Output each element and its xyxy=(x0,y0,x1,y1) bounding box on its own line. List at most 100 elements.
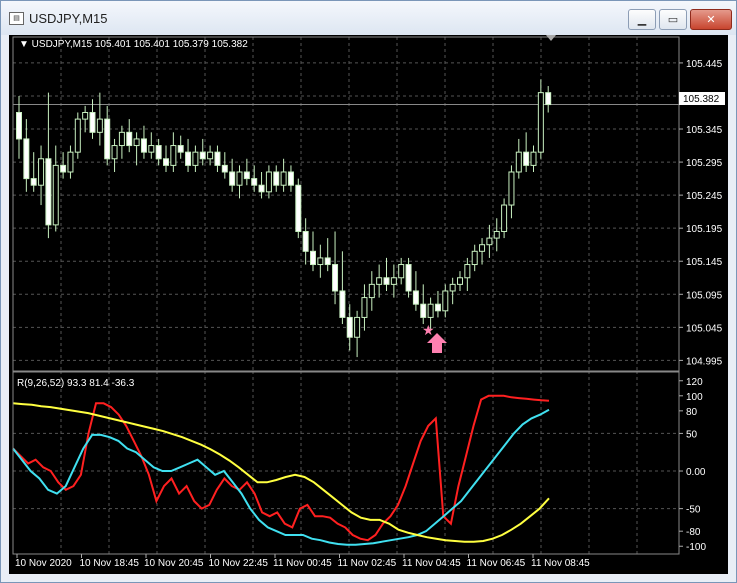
time-tick-label: 10 Nov 20:45 xyxy=(144,558,204,569)
candle-body xyxy=(368,283,375,299)
candle-body xyxy=(30,178,37,186)
candle-body xyxy=(251,178,258,186)
close-button[interactable]: ✕ xyxy=(690,9,732,30)
candle-body xyxy=(214,151,221,166)
price-tick-label: 104.995 xyxy=(686,356,723,367)
candle-body xyxy=(354,316,361,338)
candle-body xyxy=(332,264,339,292)
window-title: USDJPY,M15 xyxy=(29,11,108,26)
candle-body xyxy=(420,303,427,318)
candle-body xyxy=(383,277,390,285)
candle-body xyxy=(471,250,478,266)
candle-body xyxy=(185,151,192,166)
price-tick-label: 105.145 xyxy=(686,257,723,268)
candle-body xyxy=(310,250,316,266)
candle-body xyxy=(16,111,22,140)
axes: 105.445105.395105.345105.295105.245105.1… xyxy=(12,36,723,569)
candle-body xyxy=(126,131,133,147)
chart-area[interactable]: 105.445105.395105.345105.295105.245105.1… xyxy=(9,35,728,574)
time-tick-label: 11 Nov 08:45 xyxy=(531,558,590,569)
osc-tick-label: 120 xyxy=(686,377,703,388)
time-tick-label: 10 Nov 2020 xyxy=(15,558,72,569)
candle-body xyxy=(221,164,228,173)
chart-canvas[interactable]: 105.445105.395105.345105.295105.245105.1… xyxy=(9,35,728,574)
candle-body xyxy=(508,171,515,206)
oscillator-panel-header: R(9,26,52) 93.3 81.4 -36.3 xyxy=(17,378,135,389)
price-tick-label: 105.195 xyxy=(686,224,723,235)
candle-body xyxy=(89,111,96,133)
candle-body xyxy=(177,145,184,153)
title-bar[interactable]: ▤ USDJPY,M15 ▁ ▭ ✕ xyxy=(1,1,736,35)
restore-button[interactable]: ▭ xyxy=(659,9,687,30)
candle-body xyxy=(449,283,456,292)
candle-body xyxy=(287,171,294,186)
oscillator-line xyxy=(12,402,550,543)
candle-body xyxy=(302,230,309,252)
candle-body xyxy=(493,230,500,239)
candle-body xyxy=(390,277,397,285)
time-tick-label: 10 Nov 18:45 xyxy=(80,558,140,569)
candle-body xyxy=(537,92,544,153)
time-tick-label: 11 Nov 06:45 xyxy=(467,558,526,569)
time-tick-label: 10 Nov 22:45 xyxy=(209,558,269,569)
time-tick-label: 11 Nov 04:45 xyxy=(402,558,461,569)
candle-body xyxy=(376,277,383,285)
candle-body xyxy=(457,277,463,285)
candle-body xyxy=(412,290,419,305)
candle-body xyxy=(236,171,243,186)
price-tick-label: 105.295 xyxy=(686,158,723,169)
chart-window-icon: ▤ xyxy=(9,12,24,25)
candle-body xyxy=(111,145,118,160)
grid xyxy=(13,37,679,554)
time-tick-label: 11 Nov 00:45 xyxy=(273,558,332,569)
candle-body xyxy=(346,316,353,338)
minimize-button[interactable]: ▁ xyxy=(628,9,656,30)
price-tick-label: 105.445 xyxy=(686,59,723,70)
current-price-label: 105.382 xyxy=(683,94,720,105)
candle-body xyxy=(74,118,81,153)
candle-body xyxy=(243,171,250,180)
candle-body xyxy=(442,290,449,312)
price-panel-frame xyxy=(12,36,680,373)
oscillator-line xyxy=(12,394,550,542)
price-panel-header: ▼ USDJPY,M15 105.401 105.401 105.379 105… xyxy=(19,39,248,50)
candle-body xyxy=(118,131,125,147)
candle-body xyxy=(515,151,522,173)
candle-body xyxy=(82,111,89,120)
candle-body xyxy=(96,118,103,133)
candle-body xyxy=(199,151,206,160)
price-tick-label: 105.345 xyxy=(686,125,723,136)
candlestick-series xyxy=(16,79,552,358)
osc-tick-label: -50 xyxy=(686,505,701,516)
chart-shift-marker-icon[interactable] xyxy=(546,35,556,41)
osc-tick-label: 50 xyxy=(686,429,698,440)
price-tick-label: 105.095 xyxy=(686,290,723,301)
candle-body xyxy=(434,303,441,312)
candle-body xyxy=(405,264,412,292)
oscillator-panel-frame xyxy=(12,370,680,555)
osc-tick-label: -100 xyxy=(686,542,706,553)
candle-body xyxy=(464,264,471,279)
time-tick-label: 11 Nov 02:45 xyxy=(338,558,397,569)
oscillator-series xyxy=(12,394,550,546)
candle-body xyxy=(170,145,177,166)
candle-body xyxy=(104,118,111,160)
osc-tick-label: 100 xyxy=(686,392,703,403)
candle-body xyxy=(501,204,508,232)
chart-window: ▤ USDJPY,M15 ▁ ▭ ✕ 105.445105.395105.345… xyxy=(0,0,737,583)
candle-body xyxy=(295,184,302,232)
candle-body xyxy=(530,151,537,166)
candle-body xyxy=(545,92,552,106)
candle-body xyxy=(163,158,169,166)
candle-body xyxy=(45,158,52,226)
signal-star-icon: ★ xyxy=(422,322,435,338)
candle-body xyxy=(317,257,324,266)
candle-body xyxy=(67,151,74,173)
candle-body xyxy=(339,290,346,318)
candle-body xyxy=(38,158,45,186)
candle-body xyxy=(523,151,530,166)
candle-body xyxy=(280,171,287,186)
candle-body xyxy=(427,303,434,318)
oscillator-line xyxy=(12,408,550,546)
candle-body xyxy=(207,151,214,160)
